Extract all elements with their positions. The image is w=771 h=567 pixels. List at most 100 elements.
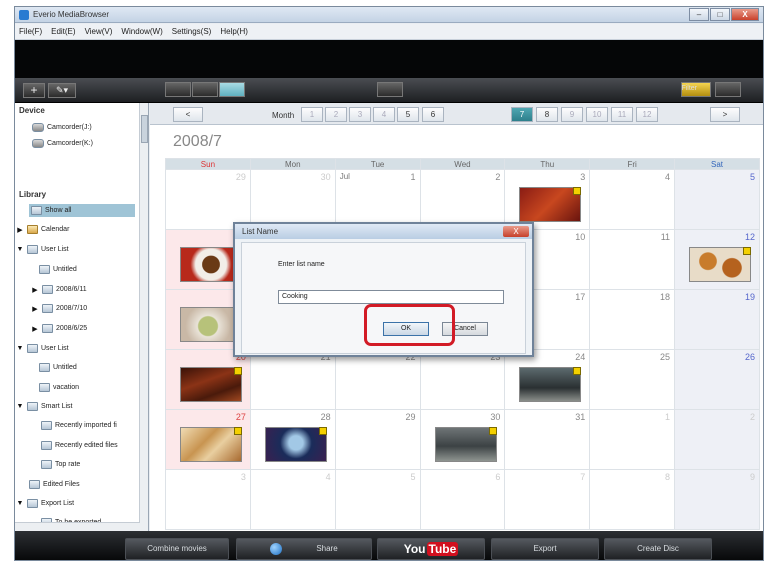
expand-arrow-icon[interactable]: ▶ [31,305,39,313]
sidebar-item-recently-imported[interactable]: Recently imported fi [41,419,117,432]
sidebar-item-calendar[interactable]: ▶ Calendar [16,223,69,236]
day-cell[interactable]: 25 [589,349,676,410]
day-cell[interactable]: 12 [674,229,760,290]
sidebar-horizontal-scrollbar[interactable] [15,522,140,531]
close-button[interactable]: X [731,8,759,21]
day-cell[interactable]: 28 [249,409,336,470]
device-camcorder-k[interactable]: Camcorder(K:) [32,137,93,150]
sidebar-item-user-list[interactable]: ▼ User List [16,243,69,256]
month-button-2[interactable]: 2 [325,107,347,122]
youtube-button[interactable]: You Tube [377,538,485,560]
day-cell[interactable]: 23 [419,349,506,410]
view-thumbnail-button[interactable] [165,82,191,97]
month-button-10[interactable]: 10 [586,107,608,122]
day-cell[interactable]: Jul 1 [334,169,421,230]
day-cell[interactable]: 30 [249,169,336,230]
expand-arrow-icon[interactable]: ▶ [31,325,39,333]
sidebar-item-show-all[interactable]: Show all [29,204,135,217]
day-cell[interactable]: 5 [334,469,421,530]
media-thumbnail[interactable] [689,247,752,282]
prev-button[interactable]: < [173,107,203,122]
dialog-close-button[interactable]: X [503,226,529,237]
day-cell[interactable]: 30 [419,409,506,470]
month-button-4[interactable]: 4 [373,107,395,122]
month-button-6[interactable]: 6 [422,107,444,122]
day-cell[interactable]: 22 [334,349,421,410]
media-thumbnail[interactable] [434,427,497,462]
maximize-button[interactable]: □ [710,8,730,21]
view-calendar-button[interactable] [219,82,245,97]
menu-view[interactable]: View(V) [85,27,113,36]
day-cell[interactable]: 2 [419,169,506,230]
day-cell[interactable]: 19 [674,289,760,350]
list-name-input[interactable]: Cooking [278,290,504,304]
sidebar-item-top-rate[interactable]: Top rate [41,458,80,471]
menu-help[interactable]: Help(H) [220,27,248,36]
day-cell[interactable]: 21 [249,349,336,410]
day-cell[interactable]: 5 [674,169,760,230]
month-button-12[interactable]: 12 [636,107,658,122]
menu-window[interactable]: Window(W) [121,27,162,36]
sidebar-item-2008-6-25[interactable]: ▶ 2008/6/25 [31,322,87,335]
minimize-button[interactable]: – [689,8,709,21]
device-camcorder-j[interactable]: Camcorder(J:) [32,121,92,134]
sidebar-item-untitled-2[interactable]: Untitled [39,361,77,374]
menu-settings[interactable]: Settings(S) [172,27,212,36]
sidebar-item-untitled[interactable]: Untitled [39,263,77,276]
day-cell[interactable]: 27 [165,409,251,470]
day-cell[interactable]: 29 [334,409,421,470]
menu-file[interactable]: File(F) [19,27,42,36]
month-button-7[interactable]: 7 [511,107,533,122]
day-cell[interactable]: 3 [504,169,591,230]
collapse-arrow-icon[interactable]: ▼ [16,403,24,410]
tools-menu-button[interactable]: ✎▾ [48,83,76,98]
day-cell[interactable]: 29 [165,169,251,230]
sidebar-item-2008-6-11[interactable]: ▶ 2008/6/11 [31,283,87,296]
day-cell[interactable]: 24 [504,349,591,410]
combine-movies-button[interactable]: Combine movies [125,538,229,560]
day-cell[interactable]: 31 [504,409,591,470]
media-thumbnail[interactable] [519,367,582,402]
export-button[interactable]: Export [491,538,599,560]
day-cell[interactable]: 1 [589,409,676,470]
day-cell[interactable]: 26 [674,349,760,410]
day-cell[interactable]: 20 [165,349,251,410]
layout-button[interactable] [377,82,403,97]
month-button-11[interactable]: 11 [611,107,633,122]
expand-arrow-icon[interactable]: ▶ [31,286,39,294]
month-button-5[interactable]: 5 [397,107,419,122]
sidebar-item-export-list[interactable]: ▼ Export List [16,497,74,510]
sidebar-item-recently-edited[interactable]: Recently edited files [41,439,118,452]
day-cell[interactable]: 3 [165,469,251,530]
sidebar-item-vacation[interactable]: vacation [39,381,79,394]
day-cell[interactable]: 4 [249,469,336,530]
media-thumbnail[interactable] [264,427,327,462]
month-button-8[interactable]: 8 [536,107,558,122]
month-button-9[interactable]: 9 [561,107,583,122]
menu-edit[interactable]: Edit(E) [51,27,75,36]
day-cell[interactable]: 11 [589,229,676,290]
sidebar-vertical-scrollbar[interactable] [139,103,148,531]
sidebar-item-2008-7-10[interactable]: ▶ 2008/7/10 [31,302,87,315]
day-cell[interactable]: 2 [674,409,760,470]
day-cell[interactable]: 7 [504,469,591,530]
month-button-1[interactable]: 1 [301,107,323,122]
month-button-3[interactable]: 3 [349,107,371,122]
day-cell[interactable]: 6 [419,469,506,530]
filter-menu-button[interactable] [715,82,741,97]
collapse-arrow-icon[interactable]: ▼ [16,246,24,253]
media-thumbnail[interactable] [180,367,242,402]
expand-arrow-icon[interactable]: ▶ [16,226,24,234]
collapse-arrow-icon[interactable]: ▼ [16,500,24,507]
sidebar-item-user-list-2[interactable]: ▼ User List [16,342,69,355]
media-thumbnail[interactable] [180,427,242,462]
share-button[interactable]: Share [236,538,372,560]
day-cell[interactable]: 9 [674,469,760,530]
day-cell[interactable]: 4 [589,169,676,230]
day-cell[interactable]: 18 [589,289,676,350]
add-button[interactable]: + [23,83,45,98]
view-list-button[interactable] [192,82,218,97]
next-button[interactable]: > [710,107,740,122]
media-thumbnail[interactable] [519,187,582,222]
day-cell[interactable]: 8 [589,469,676,530]
